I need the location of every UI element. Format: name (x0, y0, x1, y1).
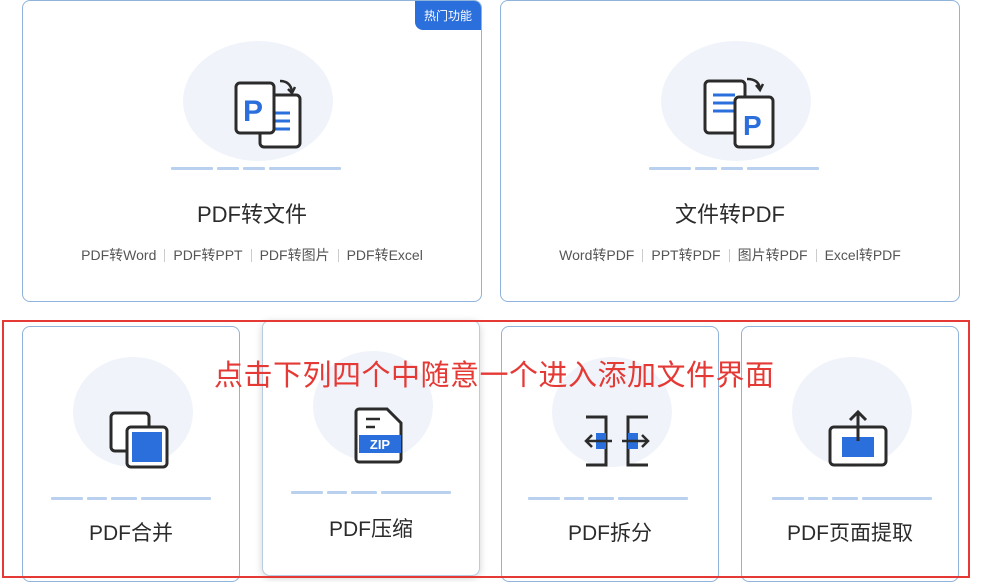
separator (337, 249, 339, 262)
conversion-links: Word转PDF PPT转PDF 图片转PDF Excel转PDF (501, 245, 959, 265)
svg-text:P: P (243, 95, 263, 128)
pdf-to-file-icon: P (234, 79, 302, 149)
separator (728, 249, 730, 262)
file-to-pdf-card[interactable]: P 文件转PDF Word转PDF PPT转PDF 图片转PDF Excel转PDF (500, 0, 960, 302)
separator (164, 249, 166, 262)
link-excel-to-pdf[interactable]: Excel转PDF (825, 247, 901, 263)
separator (250, 249, 252, 262)
link-ppt-to-pdf[interactable]: PPT转PDF (651, 247, 720, 263)
pdf-to-file-card[interactable]: 热门功能 P PDF转文件 PDF转Word PDF转PPT PDF转图片 PDF转E… (22, 0, 482, 302)
card-title: PDF转文件 (196, 202, 307, 227)
link-pdf-to-excel[interactable]: PDF转Excel (347, 247, 423, 263)
link-pdf-to-image[interactable]: PDF转图片 (260, 247, 330, 263)
file-to-pdf-icon: P (703, 77, 775, 149)
link-word-to-pdf[interactable]: Word转PDF (559, 247, 634, 263)
divider-dashes (649, 167, 819, 170)
link-image-to-pdf[interactable]: 图片转PDF (738, 247, 808, 263)
annotation-text: 点击下列四个中随意一个进入添加文件界面 (214, 360, 775, 392)
link-pdf-to-word[interactable]: PDF转Word (81, 247, 156, 263)
hot-feature-badge: 热门功能 (414, 1, 481, 30)
divider-dashes (171, 167, 341, 170)
separator (815, 249, 817, 262)
svg-text:P: P (743, 110, 762, 141)
card-title: 文件转PDF (674, 202, 785, 227)
conversion-links: PDF转Word PDF转PPT PDF转图片 PDF转Excel (23, 245, 481, 265)
link-pdf-to-ppt[interactable]: PDF转PPT (173, 247, 242, 263)
separator (642, 249, 644, 262)
